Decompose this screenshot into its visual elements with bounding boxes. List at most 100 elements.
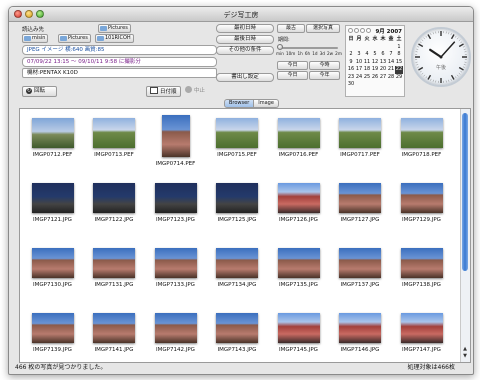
photo-thumbnail[interactable] — [31, 248, 74, 278]
photo-thumbnail[interactable] — [400, 118, 443, 148]
photo-thumbnail-cell[interactable]: IMGP7129.JPG — [393, 180, 450, 245]
photo-thumbnail-cell[interactable]: IMGP7139.JPG — [24, 310, 81, 362]
photo-thumbnail-cell[interactable]: IMGP7145.JPG — [270, 310, 327, 362]
calendar-day[interactable]: 10 — [355, 59, 363, 67]
calendar-day[interactable]: 20 — [379, 66, 387, 74]
calendar-day[interactable]: 25 — [363, 74, 371, 82]
photo-thumbnail-cell[interactable]: IMGP7146.JPG — [332, 310, 389, 362]
calendar-day[interactable]: 1 — [395, 44, 403, 52]
photo-thumbnail-cell[interactable]: IMGP7133.JPG — [147, 245, 204, 310]
photo-thumbnail-cell[interactable]: IMGP7122.JPG — [86, 180, 143, 245]
calendar-day[interactable]: 4 — [363, 51, 371, 59]
photo-thumbnail[interactable] — [277, 313, 320, 343]
calendar-day[interactable]: 21 — [387, 66, 395, 74]
calendar-day[interactable]: 28 — [387, 74, 395, 82]
path-segment-2[interactable]: Pictures — [58, 34, 91, 43]
calendar-day[interactable]: 30 — [347, 81, 355, 89]
photo-thumbnail-cell[interactable]: IMGP7141.JPG — [86, 310, 143, 362]
calendar-day[interactable]: 7 — [387, 51, 395, 59]
photo-thumbnail-cell[interactable]: IMGP7137.JPG — [332, 245, 389, 310]
photo-thumbnail[interactable] — [93, 313, 135, 343]
export-settings-button[interactable]: 書出し設定 — [216, 73, 274, 82]
oldest-button[interactable]: 最古 — [277, 24, 305, 33]
this-year-button[interactable]: 今年 — [309, 71, 340, 80]
photo-thumbnail[interactable] — [93, 248, 135, 278]
photo-thumbnail[interactable] — [93, 118, 135, 148]
photo-thumbnail[interactable] — [31, 118, 74, 148]
photo-thumbnail[interactable] — [216, 248, 258, 278]
calendar-day[interactable]: 13 — [379, 59, 387, 67]
calendar-day[interactable]: 26 — [371, 74, 379, 82]
period-slider-knob[interactable] — [277, 44, 283, 50]
photo-thumbnail[interactable] — [93, 183, 135, 213]
prev-month-icon[interactable] — [354, 28, 359, 33]
tab-browser[interactable]: Browser — [224, 99, 255, 108]
photo-thumbnail-cell[interactable]: IMGP7142.JPG — [147, 310, 204, 362]
prev-year-icon[interactable] — [348, 28, 353, 33]
last-date-button[interactable]: 最後日時 — [216, 35, 274, 44]
top-folder-button[interactable]: Pictures — [98, 24, 131, 33]
rotate-button[interactable]: ↻ 回転 — [22, 86, 57, 97]
calendar-day[interactable]: 27 — [379, 74, 387, 82]
calendar-day[interactable]: 12 — [371, 59, 379, 67]
photo-thumbnail[interactable] — [277, 183, 320, 213]
photo-thumbnail-cell[interactable]: IMGP0717.PEF — [332, 115, 389, 180]
calendar-day[interactable]: 16 — [347, 66, 355, 74]
photo-thumbnail[interactable] — [154, 313, 197, 343]
tab-image[interactable]: Image — [254, 99, 279, 108]
next-month-icon[interactable] — [360, 28, 365, 33]
today-button-2[interactable]: 今日 — [277, 71, 308, 80]
calendar-day[interactable]: 3 — [355, 51, 363, 59]
photo-thumbnail[interactable] — [339, 248, 381, 278]
photo-thumbnail-cell[interactable]: IMGP7134.JPG — [209, 245, 266, 310]
photo-thumbnail[interactable] — [154, 183, 197, 213]
photo-thumbnail[interactable] — [161, 115, 190, 157]
path-segment-3[interactable]: 101RICOH — [95, 34, 134, 43]
calendar-day[interactable]: 9 — [347, 59, 355, 67]
photo-thumbnail[interactable] — [154, 248, 197, 278]
calendar-day[interactable]: 11 — [363, 59, 371, 67]
calendar-day[interactable]: 22 — [395, 66, 403, 74]
stop-button[interactable]: 中止 — [185, 86, 205, 95]
photo-thumbnail-cell[interactable]: IMGP7123.JPG — [147, 180, 204, 245]
scroll-down-arrow[interactable]: ▼ — [462, 354, 468, 359]
photo-thumbnail[interactable] — [216, 118, 258, 148]
vertical-scrollbar[interactable]: ▲ ▼ — [460, 109, 470, 362]
photo-thumbnail[interactable] — [277, 248, 320, 278]
date-order-button[interactable]: 日付順 — [146, 86, 181, 97]
scroll-up-arrow[interactable]: ▲ — [462, 347, 468, 352]
photo-thumbnail-cell[interactable]: IMGP0718.PEF — [393, 115, 450, 180]
calendar-day[interactable]: 23 — [347, 74, 355, 82]
photo-thumbnail[interactable] — [216, 313, 258, 343]
next-year-icon[interactable] — [366, 28, 371, 33]
photo-thumbnail-cell[interactable]: IMGP0712.PEF — [24, 115, 81, 180]
photo-thumbnail-cell[interactable]: IMGP0714.PEF — [147, 115, 204, 180]
other-conditions-button[interactable]: その他の条件 — [216, 46, 274, 55]
selected-photo-button[interactable]: 選択写真 — [306, 24, 340, 33]
photo-thumbnail[interactable] — [400, 248, 443, 278]
photo-thumbnail-cell[interactable]: IMGP0713.PEF — [86, 115, 143, 180]
photo-thumbnail[interactable] — [216, 183, 258, 213]
photo-thumbnail-cell[interactable]: IMGP7127.JPG — [332, 180, 389, 245]
calendar-day[interactable]: 19 — [371, 66, 379, 74]
calendar-day[interactable]: 6 — [379, 51, 387, 59]
photo-thumbnail[interactable] — [339, 118, 381, 148]
calendar-day[interactable]: 17 — [355, 66, 363, 74]
photo-thumbnail[interactable] — [400, 183, 443, 213]
scrollbar-thumb[interactable] — [462, 113, 468, 271]
photo-thumbnail[interactable] — [339, 313, 381, 343]
calendar-day[interactable]: 24 — [355, 74, 363, 82]
calendar-day[interactable]: 8 — [395, 51, 403, 59]
calendar-day[interactable]: 18 — [363, 66, 371, 74]
calendar-day[interactable]: 2 — [347, 51, 355, 59]
photo-thumbnail-cell[interactable]: IMGP7147.JPG — [393, 310, 450, 362]
photo-thumbnail[interactable] — [277, 118, 320, 148]
calendar-day[interactable]: 5 — [371, 51, 379, 59]
calendar-day[interactable]: 15 — [395, 59, 403, 67]
photo-thumbnail-cell[interactable]: IMGP7131.JPG — [86, 245, 143, 310]
photo-thumbnail[interactable] — [400, 313, 443, 343]
photo-thumbnail-cell[interactable]: IMGP0716.PEF — [270, 115, 327, 180]
photo-thumbnail[interactable] — [31, 183, 74, 213]
photo-thumbnail-cell[interactable]: IMGP7143.JPG — [209, 310, 266, 362]
photo-thumbnail-cell[interactable]: IMGP7130.JPG — [24, 245, 81, 310]
